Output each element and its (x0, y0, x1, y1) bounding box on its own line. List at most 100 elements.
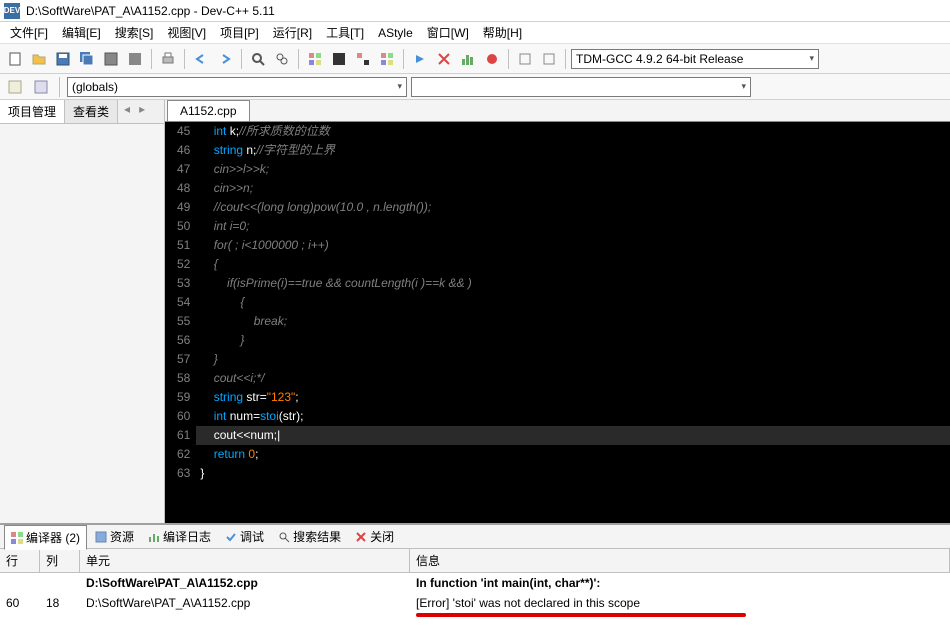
code-line[interactable]: cout<<i;*/ (196, 369, 950, 388)
col-col[interactable]: 列 (40, 549, 80, 572)
print-button[interactable] (157, 48, 179, 70)
code-line[interactable]: string n;//字符型的上界 (196, 141, 950, 160)
bottom-tabs: 编译器 (2) 资源 编译日志 调试 搜索结果 关闭 (0, 525, 950, 549)
chevron-down-icon: ▾ (397, 81, 402, 92)
tab-compile-log[interactable]: 编译日志 (142, 525, 217, 548)
message-header: 行 列 单元 信息 (0, 549, 950, 573)
find-button[interactable] (247, 48, 269, 70)
compile-button[interactable] (304, 48, 326, 70)
compiler-combo[interactable]: TDM-GCC 4.9.2 64-bit Release ▾ (571, 49, 819, 69)
message-row[interactable]: 6018D:\SoftWare\PAT_A\A1152.cpp[Error] '… (0, 593, 950, 613)
tab-search-results[interactable]: 搜索结果 (272, 525, 347, 548)
nav-next-icon[interactable]: ▸ (135, 102, 149, 121)
code-line[interactable]: } (196, 464, 950, 483)
message-row[interactable]: D:\SoftWare\PAT_A\A1152.cppIn function '… (0, 573, 950, 593)
menu-item[interactable]: AStyle (372, 24, 419, 42)
code-line[interactable]: int i=0; (196, 217, 950, 236)
profile-button[interactable] (457, 48, 479, 70)
chevron-down-icon: ▾ (741, 81, 746, 92)
code-line[interactable]: int k;//所求质数的位数 (196, 122, 950, 141)
goto-button[interactable] (514, 48, 536, 70)
window-title: D:\SoftWare\PAT_A\A1152.cpp - Dev-C++ 5.… (26, 4, 275, 18)
undo-button[interactable] (190, 48, 212, 70)
file-tabs: A1152.cpp (165, 100, 950, 122)
new-class-button[interactable] (4, 76, 26, 98)
open-button[interactable] (28, 48, 50, 70)
toolbar-main: TDM-GCC 4.9.2 64-bit Release ▾ (0, 44, 950, 74)
redo-button[interactable] (214, 48, 236, 70)
tab-compiler[interactable]: 编译器 (2) (4, 525, 87, 550)
menu-item[interactable]: 窗口[W] (421, 22, 475, 43)
debug-button[interactable] (409, 48, 431, 70)
search-icon (278, 531, 290, 543)
code-line[interactable]: //cout<<(long long)pow(10.0 , n.length()… (196, 198, 950, 217)
code-area[interactable]: int k;//所求质数的位数 string n;//字符型的上界 cin>>l… (196, 122, 950, 523)
menu-item[interactable]: 文件[F] (4, 22, 54, 43)
save-all-button[interactable] (76, 48, 98, 70)
toolbar-secondary: (globals) ▾ ▾ (0, 74, 950, 100)
code-line[interactable]: for( ; i<1000000 ; i++) (196, 236, 950, 255)
menu-item[interactable]: 运行[R] (267, 22, 318, 43)
close-file-button[interactable] (124, 48, 146, 70)
code-line[interactable]: string str="123"; (196, 388, 950, 407)
nav-prev-icon[interactable]: ◂ (120, 102, 134, 121)
run-button[interactable] (328, 48, 350, 70)
menu-item[interactable]: 项目[P] (214, 22, 265, 43)
insert-button[interactable] (30, 76, 52, 98)
code-line[interactable]: { (196, 293, 950, 312)
code-line[interactable]: cin>>n; (196, 179, 950, 198)
replace-button[interactable] (271, 48, 293, 70)
menubar: 文件[F]编辑[E]搜索[S]视图[V]项目[P]运行[R]工具[T]AStyl… (0, 22, 950, 44)
titlebar: DEV D:\SoftWare\PAT_A\A1152.cpp - Dev-C+… (0, 0, 950, 22)
menu-item[interactable]: 视图[V] (161, 22, 212, 43)
code-line[interactable]: } (196, 350, 950, 369)
tab-debug[interactable]: 调试 (219, 525, 270, 548)
stop-button[interactable] (433, 48, 455, 70)
app-icon: DEV (4, 3, 20, 19)
tab-resources[interactable]: 资源 (89, 525, 140, 548)
chevron-down-icon: ▾ (809, 53, 814, 64)
code-line[interactable]: cout<<num;| (196, 426, 950, 445)
menu-item[interactable]: 帮助[H] (477, 22, 528, 43)
symbols-combo[interactable]: ▾ (411, 77, 751, 97)
gutter: 45464748495051525354555657585960616263 (165, 122, 196, 523)
message-table: 行 列 单元 信息 D:\SoftWare\PAT_A\A1152.cppIn … (0, 549, 950, 633)
resources-icon (95, 531, 107, 543)
menu-item[interactable]: 编辑[E] (56, 22, 107, 43)
bookmark-button[interactable] (538, 48, 560, 70)
save-as-button[interactable] (100, 48, 122, 70)
file-tab[interactable]: A1152.cpp (167, 100, 250, 121)
right-panel: A1152.cpp 454647484950515253545556575859… (165, 100, 950, 523)
code-line[interactable]: return 0; (196, 445, 950, 464)
code-line[interactable]: { (196, 255, 950, 274)
code-line[interactable]: cin>>l>>k; (196, 160, 950, 179)
error-underline (416, 613, 746, 617)
log-icon (148, 531, 160, 543)
tab-close[interactable]: 关闭 (349, 525, 400, 548)
globals-combo[interactable]: (globals) ▾ (67, 77, 407, 97)
tab-classes[interactable]: 查看类 (65, 100, 118, 123)
code-line[interactable]: int num=stoi(str); (196, 407, 950, 426)
breakpoint-button[interactable] (481, 48, 503, 70)
close-icon (355, 531, 367, 543)
compiler-combo-text: TDM-GCC 4.9.2 64-bit Release (576, 52, 743, 66)
code-line[interactable]: if(isPrime(i)==true && countLength(i )==… (196, 274, 950, 293)
save-button[interactable] (52, 48, 74, 70)
tab-project[interactable]: 项目管理 (0, 100, 65, 123)
new-file-button[interactable] (4, 48, 26, 70)
col-info[interactable]: 信息 (410, 549, 950, 572)
bottom-panel: 编译器 (2) 资源 编译日志 调试 搜索结果 关闭 行 列 单元 信息 (0, 523, 950, 633)
col-line[interactable]: 行 (0, 549, 40, 572)
rebuild-button[interactable] (376, 48, 398, 70)
code-line[interactable]: } (196, 331, 950, 350)
col-unit[interactable]: 单元 (80, 549, 410, 572)
check-icon (225, 531, 237, 543)
code-editor[interactable]: 45464748495051525354555657585960616263 i… (165, 122, 950, 523)
left-tabs: 项目管理 查看类 ◂ ▸ (0, 100, 164, 124)
compile-run-button[interactable] (352, 48, 374, 70)
menu-item[interactable]: 搜索[S] (109, 22, 160, 43)
code-line[interactable]: break; (196, 312, 950, 331)
grid-icon (11, 532, 23, 544)
menu-item[interactable]: 工具[T] (320, 22, 370, 43)
globals-combo-text: (globals) (72, 80, 118, 94)
